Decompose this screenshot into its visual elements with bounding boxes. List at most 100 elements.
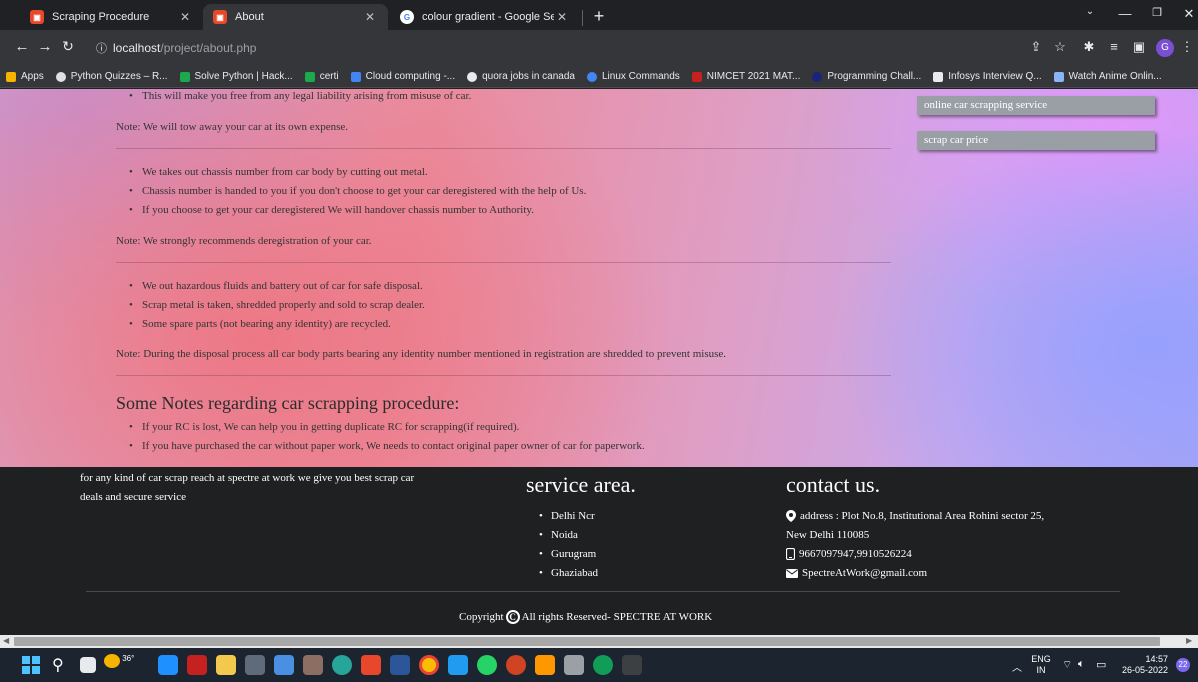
tray-chevron-icon[interactable]: ︿ bbox=[1012, 659, 1022, 674]
mcafee-icon[interactable] bbox=[187, 655, 207, 675]
app-cube-icon[interactable] bbox=[564, 655, 584, 675]
close-tab-icon[interactable]: ✕ bbox=[554, 10, 570, 24]
close-window-icon[interactable]: ✕ bbox=[1174, 6, 1198, 22]
address-line-2: New Delhi 110085 bbox=[786, 529, 870, 541]
clock[interactable]: 14:57 26-05-2022 bbox=[1120, 654, 1168, 676]
clock-time: 14:57 bbox=[1145, 654, 1168, 664]
extensions-icon[interactable]: ✱ bbox=[1080, 39, 1098, 55]
bookmark-item[interactable]: certi bbox=[304, 71, 339, 82]
whatsapp-icon[interactable] bbox=[477, 655, 497, 675]
scrap-car-price-button[interactable]: scrap car price bbox=[917, 131, 1155, 150]
bookmark-item[interactable]: Programming Chall... bbox=[812, 71, 921, 82]
list-item: We takes out chassis number from car bod… bbox=[129, 166, 428, 178]
new-tab-button[interactable]: + bbox=[588, 6, 610, 28]
bookmarks-bar: Apps Python Quizzes – R... Solve Python … bbox=[0, 66, 1198, 88]
app-l-icon[interactable] bbox=[158, 655, 178, 675]
app-icon[interactable] bbox=[332, 655, 352, 675]
battery-icon[interactable]: ▭ bbox=[1096, 658, 1106, 671]
list-item: If you have purchased the car without pa… bbox=[129, 440, 645, 452]
minimize-icon[interactable]: — bbox=[1110, 6, 1140, 21]
profile-avatar[interactable]: G bbox=[1156, 39, 1174, 57]
bookmark-item[interactable]: Python Quizzes – R... bbox=[55, 71, 168, 82]
browser-toolbar: ← → ↻ ⓘ localhost/project/about.php ⇪ ☆ … bbox=[0, 30, 1198, 66]
phone-icon bbox=[786, 548, 795, 560]
horizontal-scrollbar[interactable]: ◀ ▶ bbox=[0, 635, 1198, 648]
edge-icon[interactable] bbox=[593, 655, 613, 675]
copyright-icon: C bbox=[505, 610, 520, 624]
scroll-right-icon[interactable]: ▶ bbox=[1186, 636, 1192, 645]
bookmark-item[interactable]: Linux Commands bbox=[586, 71, 680, 82]
tab-title: Scraping Procedure bbox=[52, 11, 150, 23]
email-address[interactable]: SpectreAtWork@gmail.com bbox=[802, 567, 927, 579]
sublime-icon[interactable] bbox=[535, 655, 555, 675]
address-bar[interactable]: ⓘ localhost/project/about.php bbox=[86, 35, 501, 61]
reading-list-icon[interactable]: ≡ bbox=[1105, 39, 1123, 54]
xampp-icon[interactable] bbox=[361, 655, 381, 675]
online-car-scrapping-service-button[interactable]: online car scrapping service bbox=[917, 96, 1155, 115]
close-tab-icon[interactable]: ✕ bbox=[362, 10, 378, 24]
clock-date: 26-05-2022 bbox=[1121, 665, 1168, 675]
weather-icon bbox=[104, 654, 120, 668]
lang-top: ENG bbox=[1031, 654, 1051, 664]
copyright-text: All rights Reserved- SPECTRE AT WORK bbox=[521, 611, 713, 623]
language-indicator[interactable]: ENG IN bbox=[1030, 654, 1052, 676]
tab-scraping-procedure[interactable]: ▣ Scraping Procedure ✕ bbox=[20, 4, 203, 30]
cmd-icon[interactable] bbox=[622, 655, 642, 675]
chrome-icon[interactable] bbox=[419, 655, 439, 675]
office-app-icon[interactable] bbox=[303, 655, 323, 675]
scroll-left-icon[interactable]: ◀ bbox=[3, 636, 9, 645]
bookmark-item[interactable]: NIMCET 2021 MAT... bbox=[691, 71, 800, 82]
bookmark-star-icon[interactable]: ☆ bbox=[1051, 39, 1069, 55]
vscode-icon[interactable] bbox=[448, 655, 468, 675]
close-tab-icon[interactable]: ✕ bbox=[177, 10, 193, 24]
info-icon[interactable]: ⓘ bbox=[96, 40, 107, 56]
site-favicon-icon: ▣ bbox=[213, 10, 227, 24]
page-viewport[interactable]: This will make you free from any legal l… bbox=[0, 89, 1198, 635]
volume-icon[interactable]: 🔈︎ bbox=[1078, 658, 1085, 671]
phone-numbers: 9667097947,9910526224 bbox=[799, 548, 912, 560]
bookmark-item[interactable]: quora jobs in canada bbox=[467, 71, 575, 82]
menu-kebab-icon[interactable]: ⋮ bbox=[1178, 39, 1196, 55]
note-text: Note: During the disposal process all ca… bbox=[116, 348, 727, 360]
word-icon[interactable] bbox=[390, 655, 410, 675]
list-item: If your RC is lost, We can help you in g… bbox=[129, 421, 519, 433]
terminal-icon[interactable] bbox=[245, 655, 265, 675]
side-panel-icon[interactable]: ▣ bbox=[1130, 39, 1148, 55]
file-explorer-icon[interactable] bbox=[216, 655, 236, 675]
google-icon: G bbox=[400, 10, 414, 24]
tab-about[interactable]: ▣ About ✕ bbox=[203, 4, 388, 30]
share-icon[interactable]: ⇪ bbox=[1027, 39, 1045, 55]
notepad-icon[interactable] bbox=[274, 655, 294, 675]
footer-about-text: for any kind of car scrap reach at spect… bbox=[80, 472, 415, 503]
url-path: /project/about.php bbox=[160, 41, 257, 55]
url-host: localhost bbox=[113, 41, 161, 55]
tab-google-search[interactable]: G colour gradient - Google Search ✕ bbox=[390, 4, 580, 30]
bookmark-item[interactable]: Solve Python | Hack... bbox=[179, 71, 293, 82]
site-favicon-icon: ▣ bbox=[30, 10, 44, 24]
copyright: Copyright C All rights Reserved- SPECTRE… bbox=[459, 610, 712, 624]
restore-icon[interactable]: ❐ bbox=[1142, 6, 1172, 19]
back-icon[interactable]: ← bbox=[12, 38, 32, 55]
bookmark-item[interactable]: Watch Anime Onlin... bbox=[1053, 71, 1162, 82]
notification-badge[interactable]: 22 bbox=[1176, 658, 1190, 672]
note-text: Note: We strongly recommends deregistrat… bbox=[116, 235, 372, 247]
bookmark-item[interactable]: Cloud computing -... bbox=[350, 71, 455, 82]
tab-search-icon[interactable]: ⌄ bbox=[1075, 6, 1105, 17]
windows-start-icon[interactable] bbox=[22, 656, 40, 674]
divider bbox=[116, 375, 891, 376]
bookmark-item[interactable]: Infosys Interview Q... bbox=[933, 71, 1042, 82]
powerpoint-icon[interactable] bbox=[506, 655, 526, 675]
list-item: This will make you free from any legal l… bbox=[129, 90, 471, 102]
search-icon[interactable]: ⚲ bbox=[52, 655, 64, 675]
task-view-icon[interactable] bbox=[80, 657, 96, 673]
wifi-icon[interactable]: ⌔ bbox=[1062, 658, 1072, 672]
contact-email[interactable]: SpectreAtWork@gmail.com bbox=[786, 567, 927, 579]
bookmark-apps[interactable]: Apps bbox=[6, 71, 44, 82]
weather-widget[interactable]: 36° bbox=[104, 654, 134, 668]
list-item: If you choose to get your car deregister… bbox=[129, 204, 534, 216]
reload-icon[interactable]: ↻ bbox=[58, 38, 78, 55]
divider bbox=[116, 148, 891, 149]
scrollbar-thumb[interactable] bbox=[14, 637, 1160, 646]
forward-icon[interactable]: → bbox=[35, 38, 55, 55]
note-text: Note: We will tow away your car at its o… bbox=[116, 121, 348, 133]
